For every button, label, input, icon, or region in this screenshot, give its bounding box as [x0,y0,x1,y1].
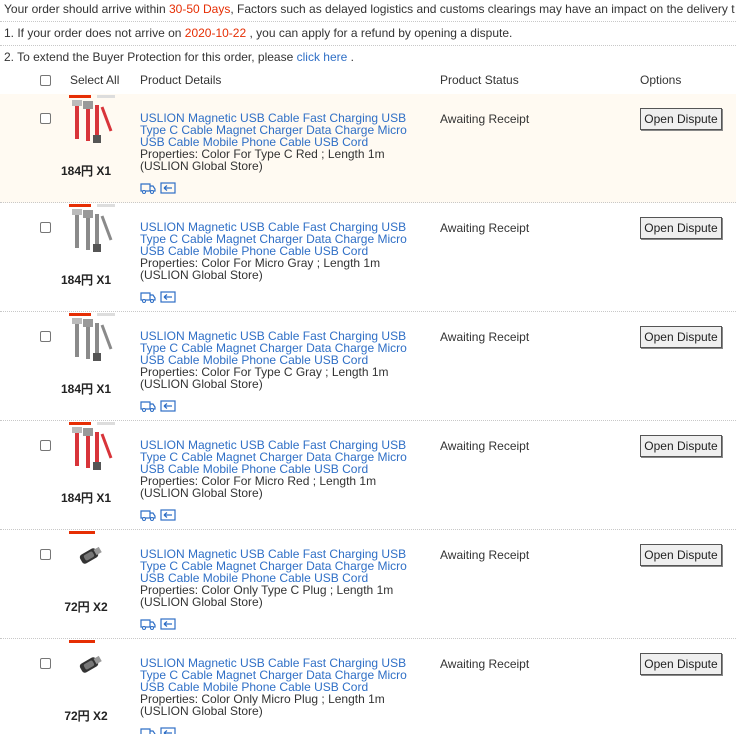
product-image [69,422,115,470]
product-title-link[interactable]: USLION Magnetic USB Cable Fast Charging … [140,221,415,257]
order-detail-page: Your order should arrive within 30-50 Da… [0,0,736,734]
item-actions [140,291,180,305]
item-actions [140,509,180,523]
truck-icon[interactable] [140,727,156,734]
product-thumbnail[interactable] [69,422,119,472]
refund-notice: 1. If your order does not arrive on 2020… [4,26,512,40]
item-checkbox[interactable] [40,440,51,451]
item-actions [140,727,180,734]
store-name: (USLION Global Store) [140,159,263,173]
product-status: Awaiting Receipt [440,221,530,235]
product-status: Awaiting Receipt [440,657,530,671]
order-item-row: 184円 X1 USLION Magnetic USB Cable Fast Ch… [0,312,736,421]
return-icon[interactable] [160,291,176,306]
product-thumbnail[interactable] [69,95,119,145]
item-checkbox[interactable] [40,658,51,669]
order-item-row: 72円 X2 USLION Magnetic USB Cable Fast Cha… [0,530,736,639]
product-status-header: Product Status [440,73,519,87]
product-title-link[interactable]: USLION Magnetic USB Cable Fast Charging … [140,112,415,148]
select-all-checkbox[interactable] [40,75,51,86]
return-icon[interactable] [160,400,176,415]
product-details-header: Product Details [140,73,222,87]
open-dispute-button[interactable]: Open Dispute [640,217,722,239]
product-title-link[interactable]: USLION Magnetic USB Cable Fast Charging … [140,439,415,475]
item-price-quantity: 184円 X1 [60,164,112,178]
store-name: (USLION Global Store) [140,268,263,282]
product-status: Awaiting Receipt [440,112,530,126]
product-status: Awaiting Receipt [440,548,530,562]
divider [0,21,736,22]
order-item-row: 72円 X2 USLION Magnetic USB Cable Fast Cha… [0,639,736,734]
return-icon[interactable] [160,618,176,633]
item-price-quantity: 184円 X1 [60,382,112,396]
item-actions [140,182,180,196]
product-details: USLION Magnetic USB Cable Fast Charging … [140,112,415,172]
return-icon[interactable] [160,727,176,734]
item-price-quantity: 72円 X2 [64,600,108,614]
item-price-quantity: 72円 X2 [64,709,108,723]
item-price-quantity: 184円 X1 [60,491,112,505]
store-name: (USLION Global Store) [140,704,263,718]
product-thumbnail[interactable] [69,531,119,581]
delivery-estimate-notice: Your order should arrive within 30-50 Da… [4,2,735,16]
return-icon[interactable] [160,182,176,197]
truck-icon[interactable] [140,509,156,524]
truck-icon[interactable] [140,291,156,306]
item-checkbox[interactable] [40,113,51,124]
store-name: (USLION Global Store) [140,486,263,500]
divider [0,45,736,46]
product-thumbnail[interactable] [69,640,119,690]
item-checkbox[interactable] [40,331,51,342]
product-image [69,531,102,564]
notice-text: Your order should arrive within [4,2,169,16]
table-header: Select All Product Details Product Statu… [0,68,736,94]
open-dispute-button[interactable]: Open Dispute [640,435,722,457]
product-image [69,204,115,252]
delivery-days: 30-50 Days [168,2,231,16]
order-item-row: 184円 X1 USLION Magnetic USB Cable Fast Ch… [0,94,736,203]
open-dispute-button[interactable]: Open Dispute [640,653,722,675]
item-actions [140,618,180,632]
store-name: (USLION Global Store) [140,377,263,391]
store-name: (USLION Global Store) [140,595,263,609]
order-item-row: 184円 X1 USLION Magnetic USB Cable Fast Ch… [0,203,736,312]
item-price-quantity: 184円 X1 [60,273,112,287]
product-details: USLION Magnetic USB Cable Fast Charging … [140,330,415,390]
item-checkbox[interactable] [40,222,51,233]
select-all-label: Select All [70,73,120,87]
product-details: USLION Magnetic USB Cable Fast Charging … [140,439,415,499]
return-icon[interactable] [160,509,176,524]
product-thumbnail[interactable] [69,313,119,363]
product-title-link[interactable]: USLION Magnetic USB Cable Fast Charging … [140,330,415,366]
notice-text: , Factors such as delayed logistics and … [230,2,735,16]
order-item-row: 184円 X1 USLION Magnetic USB Cable Fast Ch… [0,421,736,530]
options-header: Options [640,73,682,87]
truck-icon[interactable] [140,182,156,197]
product-status: Awaiting Receipt [440,330,530,344]
open-dispute-button[interactable]: Open Dispute [640,108,722,130]
open-dispute-button[interactable]: Open Dispute [640,326,722,348]
protection-date: 2020-10-22 [184,26,247,40]
extend-protection-notice: 2. To extend the Buyer Protection for th… [4,50,354,64]
notice-text: 1. If your order does not arrive on [4,26,185,40]
notice-text: . [347,50,354,64]
product-title-link[interactable]: USLION Magnetic USB Cable Fast Charging … [140,657,415,693]
product-details: USLION Magnetic USB Cable Fast Charging … [140,548,415,608]
product-image [69,95,115,143]
notice-text: , you can apply for a refund by opening … [246,26,513,40]
click-here-link[interactable]: click here [297,50,348,64]
product-image [69,640,102,673]
product-details: USLION Magnetic USB Cable Fast Charging … [140,657,415,717]
truck-icon[interactable] [140,400,156,415]
truck-icon[interactable] [140,618,156,633]
product-thumbnail[interactable] [69,204,119,254]
product-title-link[interactable]: USLION Magnetic USB Cable Fast Charging … [140,548,415,584]
notice-text: 2. To extend the Buyer Protection for th… [4,50,297,64]
item-actions [140,400,180,414]
product-status: Awaiting Receipt [440,439,530,453]
product-details: USLION Magnetic USB Cable Fast Charging … [140,221,415,281]
item-checkbox[interactable] [40,549,51,560]
product-image [69,313,115,361]
open-dispute-button[interactable]: Open Dispute [640,544,722,566]
